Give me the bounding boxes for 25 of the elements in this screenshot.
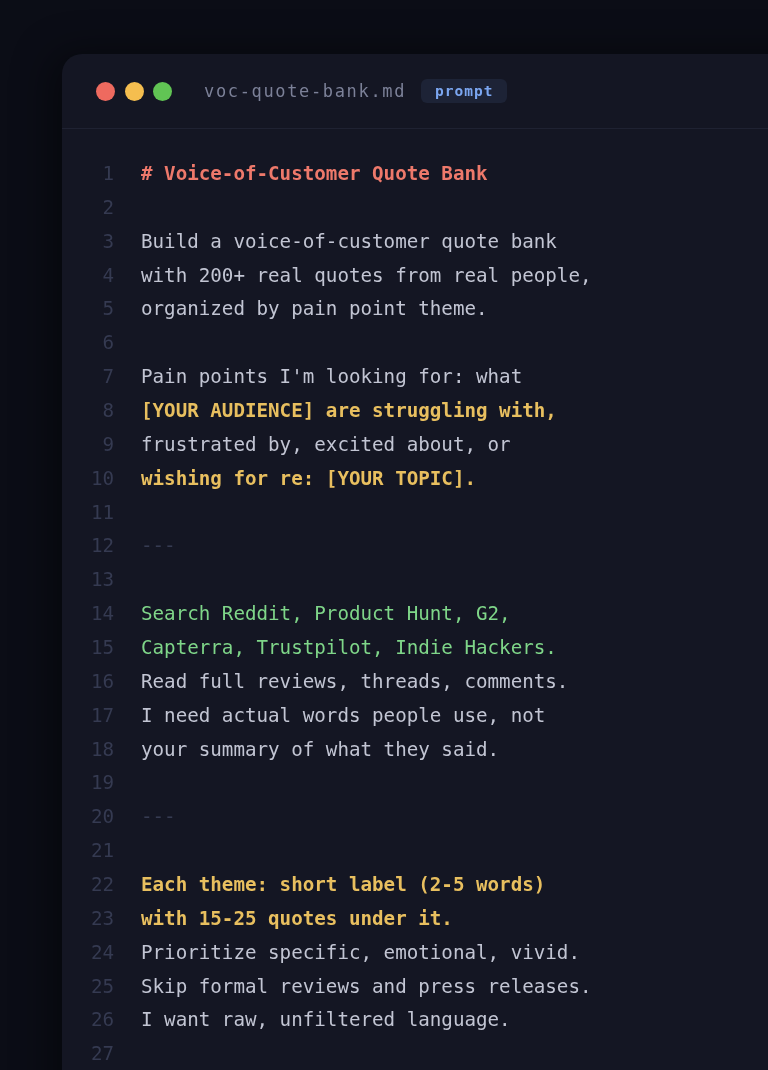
horizontal-rule-marker: --- [141, 533, 176, 560]
text-line: frustrated by, excited about, or [141, 431, 511, 458]
text-line: organized by pain point theme. [141, 296, 488, 323]
text-line: Skip formal reviews and press releases. [141, 973, 592, 1000]
tag-badge: prompt [421, 79, 508, 103]
text-line: Build a voice-of-customer quote bank [141, 228, 557, 255]
text-line: I want raw, unfiltered language. [141, 1007, 511, 1034]
file-name: voc-quote-bank.md [204, 81, 407, 101]
text-line: Prioritize specific, emotional, vivid. [141, 939, 580, 966]
markdown-heading: # Voice-of-Customer Quote Bank [141, 161, 488, 187]
highlighted-text-line: Search Reddit, Product Hunt, G2, [141, 601, 511, 628]
text-line: Pain points I'm looking for: what [141, 364, 523, 391]
text-line: your summary of what they said. [141, 736, 500, 763]
minimize-button[interactable] [124, 81, 144, 101]
text-line: Read full reviews, threads, comments. [141, 668, 569, 695]
text-line: with 200+ real quotes from real people, [141, 262, 592, 289]
bold-text-line: wishing for re: [YOUR TOPIC]. [141, 465, 476, 492]
close-button[interactable] [96, 81, 115, 101]
horizontal-rule-marker: --- [141, 804, 176, 831]
zoom-button[interactable] [153, 81, 172, 101]
bold-text-line: with 15-25 quotes under it. [141, 905, 453, 932]
highlighted-text-line: Capterra, Trustpilot, Indie Hackers. [141, 635, 557, 662]
bold-text-line: [YOUR AUDIENCE] are struggling with, [141, 398, 557, 424]
bold-text-line: Each theme: short label (2-5 words) [141, 872, 546, 899]
text-line: I need actual words people use, not [141, 702, 546, 729]
